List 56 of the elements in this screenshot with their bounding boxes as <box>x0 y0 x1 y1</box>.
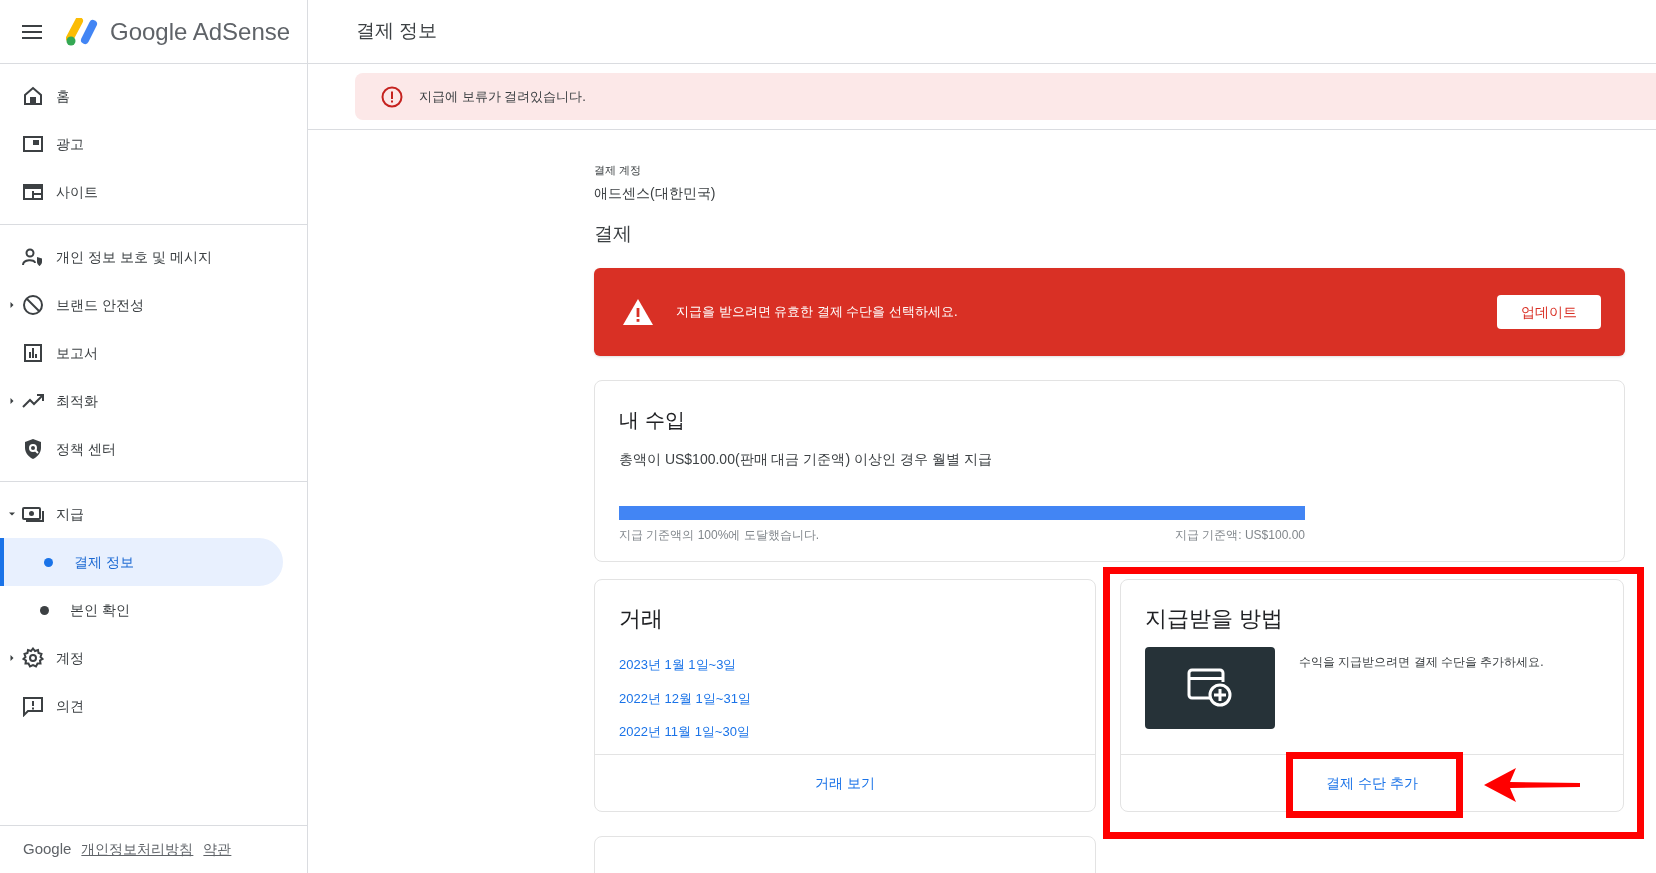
shield-search-icon <box>22 438 44 460</box>
feedback-icon <box>22 695 44 717</box>
logo-icon <box>66 17 100 46</box>
product-name: Google AdSense <box>110 16 291 47</box>
period-link[interactable]: 2022년 12월 1일~31일 <box>619 688 751 708</box>
caret-icon[interactable] <box>9 302 15 308</box>
period-link[interactable]: 2023년 1월 1일~3일 <box>619 655 737 675</box>
card-title: 거래 <box>619 605 664 633</box>
caret-icon[interactable] <box>9 398 15 404</box>
error-message: 지급을 받으려면 유효한 결제 수단을 선택하세요. <box>676 303 959 322</box>
payment-hint: 수익을 지급받으려면 결제 수단을 추가하세요. <box>1299 654 1544 671</box>
person-shield-icon <box>22 246 44 268</box>
account-value: 애드센스(대한민국) <box>594 183 717 203</box>
gear-icon <box>22 647 44 669</box>
nav-item[interactable]: 의견 <box>0 682 307 730</box>
threshold-caption: 지급 기준액: US$100.00 <box>1174 527 1305 544</box>
nav-item[interactable]: 최적화 <box>0 377 307 425</box>
nav-item[interactable]: 지급 <box>0 490 307 538</box>
nav-item[interactable]: 광고 <box>0 120 307 168</box>
progress-caption: 지급 기준액의 100%에 도달했습니다. <box>619 527 820 544</box>
nav-item[interactable]: 브랜드 안전성 <box>0 281 307 329</box>
update-button[interactable]: 업데이트 <box>1497 295 1601 329</box>
nav-item[interactable]: 홈 <box>0 72 307 120</box>
nav-item[interactable]: 보고서 <box>0 329 307 377</box>
alert-text: 지급에 보류가 걸려있습니다. <box>419 87 586 106</box>
nav-item[interactable]: 정책 센터 <box>0 425 307 473</box>
account-label: 결제 계정 <box>594 163 643 178</box>
warning-icon <box>622 298 654 326</box>
section-title: 결제 <box>594 221 633 246</box>
ad-icon <box>22 133 44 155</box>
caret-icon[interactable] <box>9 655 15 661</box>
nav-item[interactable]: 사이트 <box>0 168 307 216</box>
google-wordmark: Google <box>23 839 72 860</box>
bullet-icon <box>44 557 53 567</box>
add-card-icon <box>1187 668 1233 708</box>
nav-subitem[interactable]: 본인 확인 <box>0 586 283 634</box>
card-title: 지급받을 방법 <box>1145 605 1285 633</box>
nav-item[interactable]: 계정 <box>0 634 307 682</box>
nav-item[interactable]: 개인 정보 보호 및 메시지 <box>0 233 307 281</box>
home-icon <box>22 85 44 107</box>
chart-icon <box>22 342 44 364</box>
caret-icon[interactable] <box>9 511 15 517</box>
page-title: 결제 정보 <box>356 19 438 44</box>
nav-subitem[interactable]: 결제 정보 <box>0 538 283 586</box>
error-icon <box>381 85 403 108</box>
menu-icon[interactable] <box>22 24 42 39</box>
card-description: 총액이 US$100.00(판매 대금 기준액) 이상인 경우 월별 지급 <box>619 450 993 469</box>
card-title: 내 수입 <box>619 408 686 433</box>
block-icon <box>22 294 44 316</box>
layout-icon <box>22 181 44 203</box>
footer-link[interactable]: 약관 <box>203 839 232 860</box>
add-payment-link[interactable]: 결제 수단 추가 <box>1326 772 1418 794</box>
bullet-icon <box>40 605 49 615</box>
footer-link[interactable]: 개인정보처리방침 <box>81 839 194 860</box>
view-transactions-link[interactable]: 거래 보기 <box>815 772 875 794</box>
period-link[interactable]: 2022년 11월 1일~30일 <box>619 722 750 742</box>
